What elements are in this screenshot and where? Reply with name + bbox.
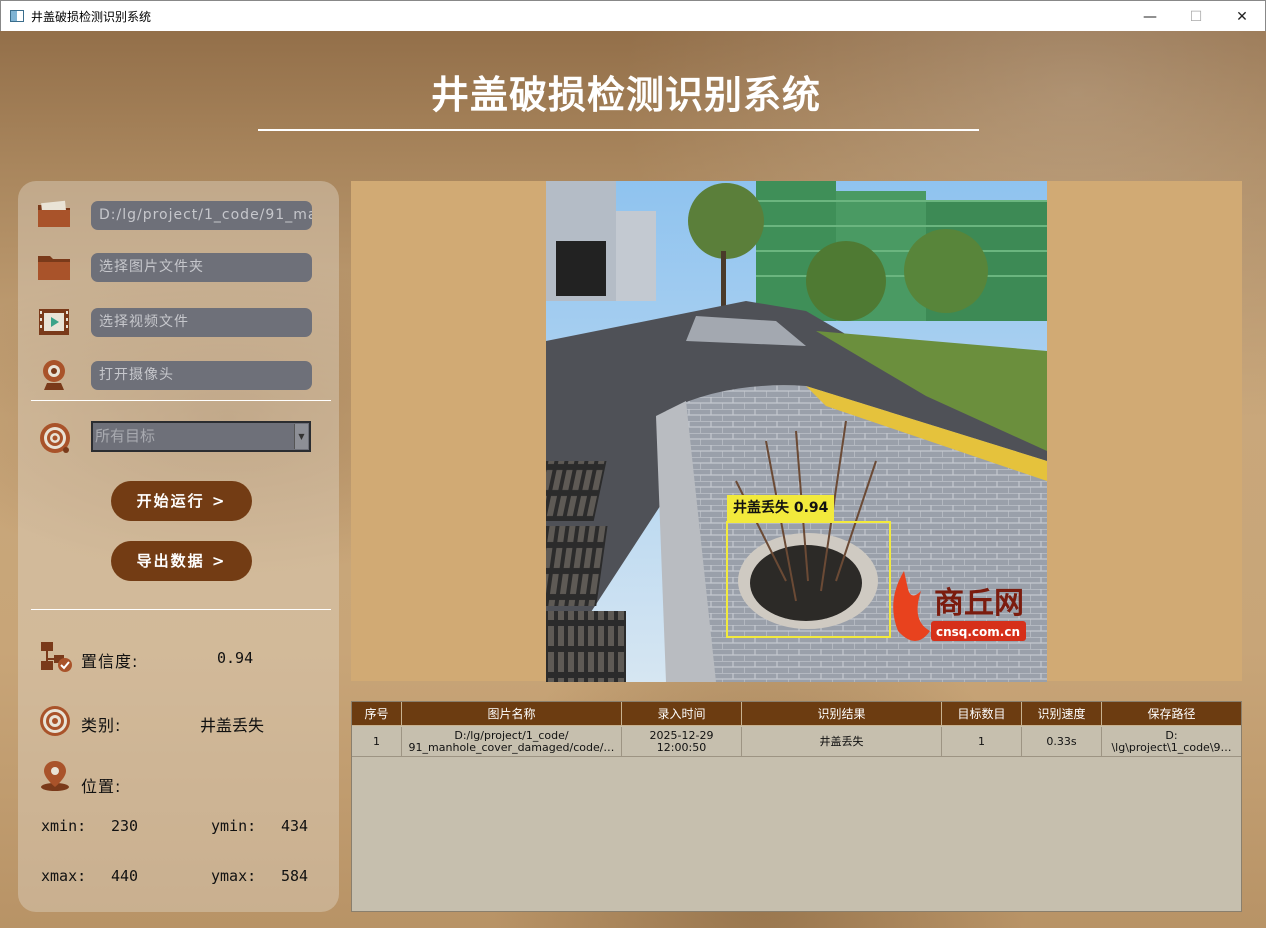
xmax-value: 440	[111, 867, 139, 885]
column-header[interactable]: 序号	[352, 702, 402, 726]
ymin-value: 434	[281, 817, 309, 835]
target-select-value: 所有目标	[95, 427, 156, 445]
table-cell[interactable]: 井盖丢失	[742, 727, 942, 757]
window-title: 井盖破损检测识别系统	[31, 9, 152, 24]
table-cell[interactable]: 1	[942, 727, 1022, 757]
minimize-icon: —	[1143, 8, 1157, 25]
title-divider	[258, 129, 979, 131]
table-cell[interactable]: 0.33s	[1022, 727, 1102, 757]
column-header[interactable]: 识别结果	[742, 702, 942, 726]
close-button[interactable]: ✕	[1219, 1, 1265, 32]
watermark-text: 商丘网	[934, 586, 1024, 621]
folder-icon[interactable]	[36, 250, 72, 284]
maximize-icon: ☐	[1189, 8, 1203, 25]
camera-input[interactable]: 打开摄像头	[91, 361, 312, 390]
image-path-input[interactable]: D:/lg/project/1_code/91_manhole_cover_da…	[91, 201, 312, 230]
detection-label: 井盖丢失 0.94	[727, 495, 835, 521]
column-header[interactable]: 录入时间	[622, 702, 742, 726]
section-divider	[31, 400, 331, 401]
class-value: 井盖丢失	[200, 716, 265, 735]
maximize-button[interactable]: ☐	[1173, 1, 1219, 32]
position-label: 位置:	[81, 777, 122, 796]
confidence-label: 置信度:	[81, 652, 139, 671]
page-title: 井盖破损检测识别系统	[430, 73, 821, 117]
watermark-url: cnsq.com.cn	[936, 625, 1020, 639]
column-header[interactable]: 保存路径	[1102, 702, 1241, 726]
section-divider	[31, 609, 331, 610]
minimize-button[interactable]: —	[1127, 1, 1173, 32]
window-titlebar: 井盖破损检测识别系统 — ☐ ✕	[0, 0, 1266, 31]
table-cell[interactable]: 2025-12-29 12:00:50	[622, 727, 742, 757]
export-button[interactable]: 导出数据 >	[111, 541, 252, 581]
image-file-icon[interactable]	[36, 197, 72, 231]
ymax-label: ymax:	[211, 867, 257, 885]
video-file-input[interactable]: 选择视频文件	[91, 308, 312, 337]
video-icon[interactable]	[36, 305, 72, 339]
ymax-value: 584	[281, 867, 309, 885]
location-pin-icon	[41, 761, 69, 791]
detection-bounding-box	[726, 521, 891, 638]
confidence-icon	[41, 642, 72, 672]
image-display: 商丘网 cnsq.com.cn 井盖丢失 0.94	[351, 181, 1242, 682]
target-icon	[40, 423, 70, 453]
xmin-value: 230	[111, 817, 139, 835]
run-button[interactable]: 开始运行 >	[111, 481, 252, 521]
column-header[interactable]: 图片名称	[402, 702, 622, 726]
detection-image: 商丘网 cnsq.com.cn 井盖丢失 0.94	[546, 181, 1047, 682]
column-header[interactable]: 目标数目	[942, 702, 1022, 726]
target-select[interactable]: 所有目标 ▼	[91, 421, 311, 452]
results-table[interactable]: 序号 图片名称 录入时间 识别结果 目标数目 识别速度 保存路径 1 D:/lg…	[351, 701, 1242, 912]
table-cell[interactable]: D:/lg/project/1_code/ 91_manhole_cover_d…	[402, 727, 622, 757]
column-header[interactable]: 识别速度	[1022, 702, 1102, 726]
app-icon	[10, 10, 24, 22]
ymin-label: ymin:	[211, 817, 257, 835]
xmin-label: xmin:	[41, 817, 87, 835]
app-header: 井盖破损检测识别系统	[0, 31, 1266, 161]
class-icon	[40, 706, 70, 736]
table-cell[interactable]: 1	[352, 727, 402, 757]
confidence-value: 0.94	[217, 649, 254, 667]
image-folder-input[interactable]: 选择图片文件夹	[91, 253, 312, 282]
close-icon: ✕	[1236, 8, 1248, 25]
chevron-down-icon[interactable]: ▼	[294, 424, 308, 449]
table-cell[interactable]: D: \lg\project\1_code\9…	[1102, 727, 1241, 757]
control-panel: D:/lg/project/1_code/91_manhole_cover_da…	[18, 181, 339, 912]
class-label: 类别:	[81, 716, 122, 735]
camera-icon[interactable]	[36, 358, 72, 392]
xmax-label: xmax:	[41, 867, 87, 885]
